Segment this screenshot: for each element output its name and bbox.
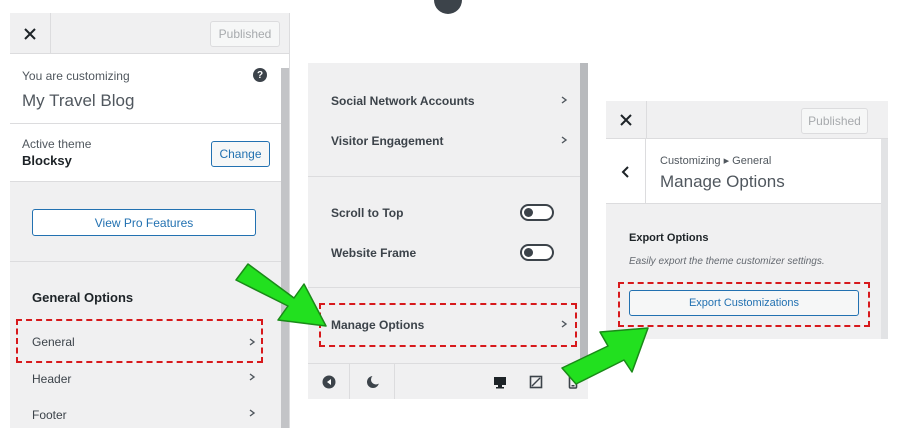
close-icon [620, 114, 632, 126]
back-button[interactable] [606, 139, 646, 204]
nav-item-label: Visitor Engagement [331, 134, 444, 148]
play-back-icon[interactable] [321, 374, 337, 390]
scrollbar[interactable] [281, 68, 289, 428]
customizing-label: You are customizing [22, 69, 130, 83]
chevron-left-icon [621, 165, 629, 178]
site-title: My Travel Blog [22, 91, 135, 110]
highlight-box-export [618, 282, 870, 327]
toggle-knob [524, 248, 533, 257]
customizer-footer [308, 363, 588, 399]
toggle-knob [524, 208, 533, 217]
breadcrumb: Customizing ▸ General [660, 155, 772, 167]
website-frame-label: Website Frame [331, 246, 417, 260]
tablet-icon[interactable] [528, 374, 544, 390]
published-button[interactable]: Published [801, 108, 868, 134]
chevron-right-icon [248, 409, 256, 417]
footer-separator [394, 364, 395, 399]
help-icon[interactable]: ? [253, 68, 267, 82]
top-indicator-circle [434, 0, 462, 14]
close-button[interactable] [606, 101, 647, 139]
published-button[interactable]: Published [210, 21, 280, 47]
chevron-right-icon [560, 96, 568, 104]
customizing-info: You are customizing My Travel Blog ? [10, 54, 289, 124]
customizer-panel-main: Published You are customizing My Travel … [10, 13, 290, 428]
desktop-icon[interactable] [492, 374, 508, 390]
close-icon [24, 27, 36, 40]
customizer-topbar: Published [606, 101, 888, 139]
scrollbar[interactable] [881, 139, 888, 339]
section-divider [308, 287, 580, 288]
customizer-panel-general: Social Network Accounts Visitor Engageme… [308, 63, 588, 399]
green-arrow-up-right-icon [561, 327, 649, 385]
active-theme-block: Active theme Blocksy Change [10, 124, 289, 182]
view-pro-features-button[interactable]: View Pro Features [32, 209, 256, 236]
customizer-topbar: Published [10, 13, 289, 54]
green-arrow-right-icon [235, 263, 327, 327]
section-divider [308, 176, 580, 177]
close-button[interactable] [10, 13, 51, 54]
footer-separator [349, 364, 350, 399]
website-frame-toggle[interactable] [520, 244, 554, 261]
chevron-right-icon [560, 136, 568, 144]
change-theme-button[interactable]: Change [211, 141, 270, 167]
highlight-box-manage-options [319, 303, 577, 347]
moon-icon[interactable] [365, 374, 381, 390]
general-options-heading: General Options [32, 290, 134, 305]
scroll-to-top-toggle[interactable] [520, 204, 554, 221]
active-theme-label: Active theme [22, 137, 92, 151]
page-title: Manage Options [660, 172, 785, 191]
export-options-heading: Export Options [629, 232, 709, 244]
section-header: Customizing ▸ General Manage Options [606, 139, 881, 204]
chevron-right-icon [248, 373, 256, 381]
highlight-box-general [16, 319, 263, 363]
nav-item-label: Footer [32, 408, 67, 422]
nav-item-label: Social Network Accounts [331, 94, 475, 108]
export-description: Easily export the theme customizer setti… [629, 256, 825, 267]
nav-item-label: Header [32, 372, 72, 386]
theme-name: Blocksy [22, 153, 72, 168]
scroll-to-top-label: Scroll to Top [331, 206, 404, 220]
